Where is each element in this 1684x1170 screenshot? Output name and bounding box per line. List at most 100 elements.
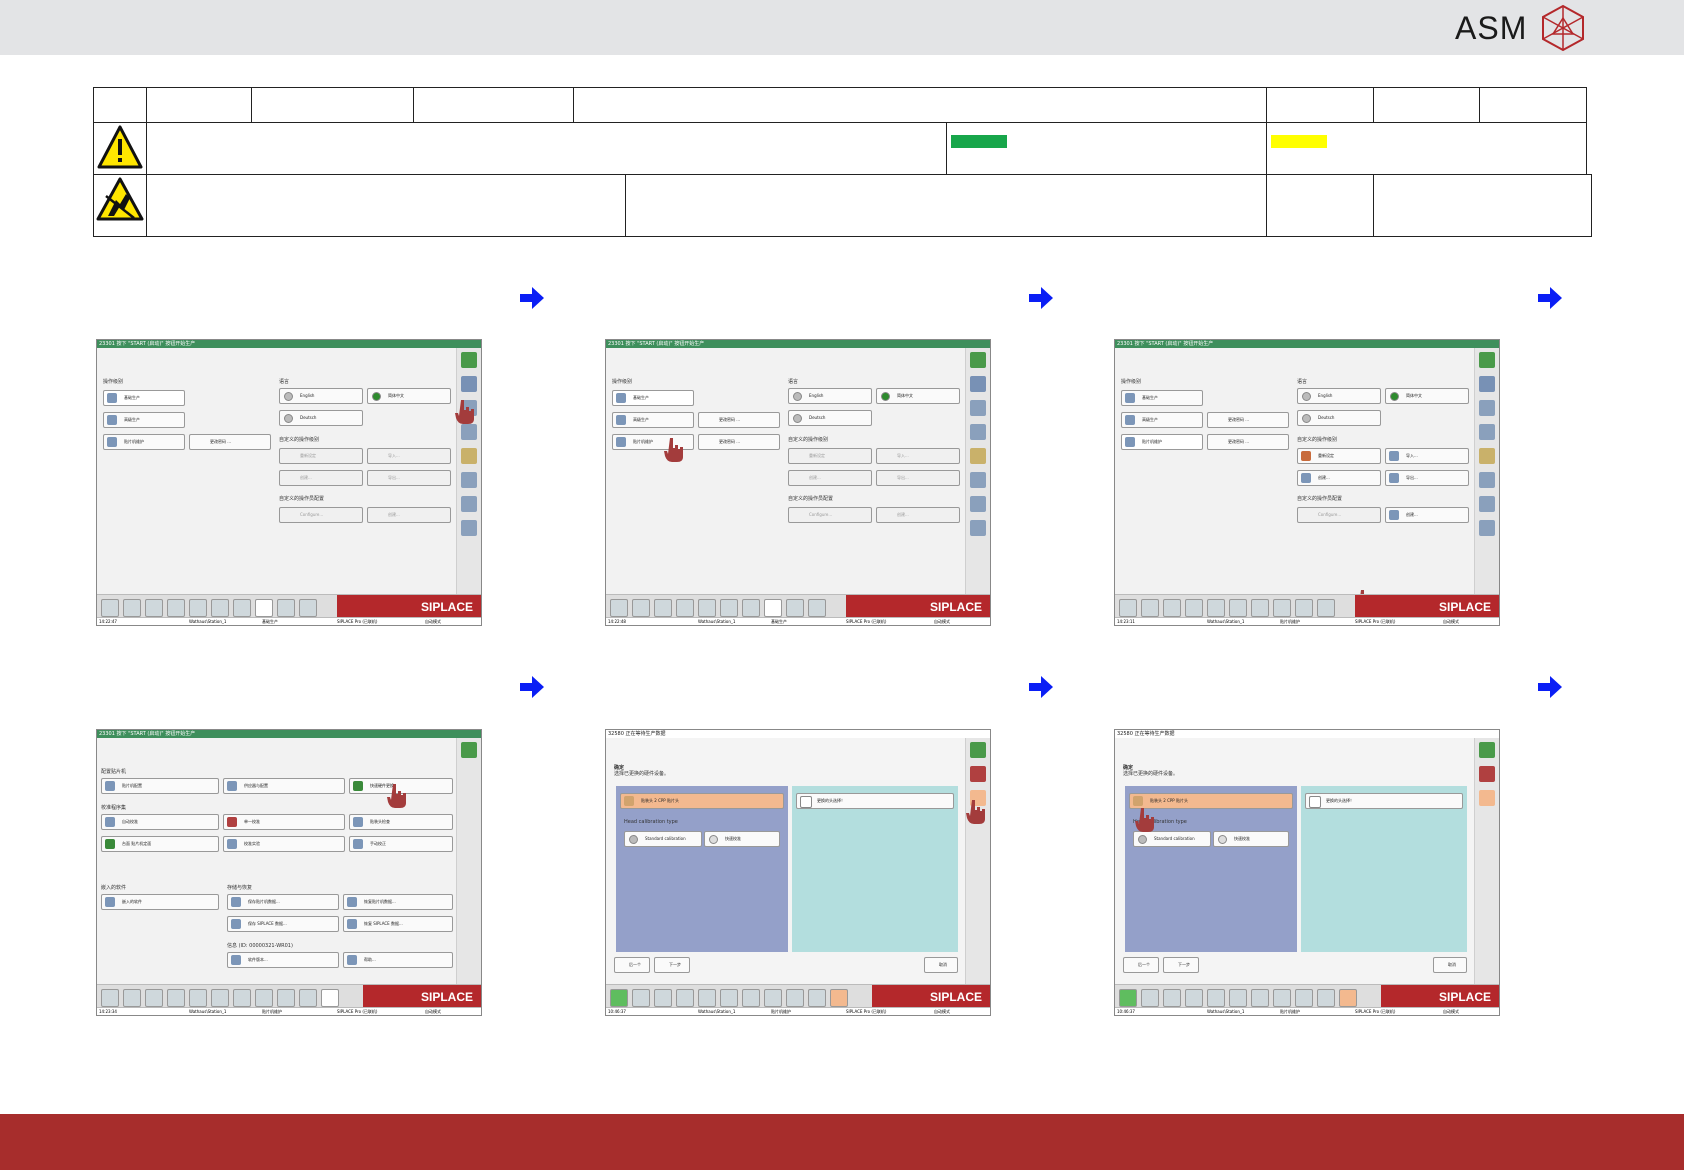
deutsch-button[interactable]: Deutsch xyxy=(788,410,872,426)
group-icon[interactable] xyxy=(970,520,986,536)
pen-icon[interactable] xyxy=(1273,989,1291,1007)
group-icon[interactable] xyxy=(1479,520,1495,536)
grid-icon[interactable] xyxy=(632,599,650,617)
truck-icon[interactable] xyxy=(808,599,826,617)
save-siplace-data-button[interactable]: 保存 SIPLACE 数据... xyxy=(227,916,339,932)
grid-icon[interactable] xyxy=(1141,599,1159,617)
deutsch-button[interactable]: Deutsch xyxy=(1297,410,1381,426)
hardware-icon[interactable] xyxy=(1479,766,1495,782)
change-password-button[interactable]: 更改密码 ... xyxy=(698,412,780,428)
stats-icon[interactable] xyxy=(1163,599,1181,617)
line-chart-icon[interactable] xyxy=(720,989,738,1007)
camera-icon[interactable] xyxy=(233,989,251,1007)
help-icon[interactable] xyxy=(1479,496,1495,512)
grid-icon[interactable] xyxy=(123,599,141,617)
advanced-production-button[interactable]: 高级生产 xyxy=(103,412,185,428)
deutsch-button[interactable]: Deutsch xyxy=(279,410,363,426)
restore-siplace-data-button[interactable]: 恢复 SIPLACE 数据... xyxy=(343,916,453,932)
line-chart-icon[interactable] xyxy=(1229,989,1247,1007)
info-icon[interactable] xyxy=(1479,742,1495,758)
line-chart-icon[interactable] xyxy=(211,599,229,617)
chinese-button[interactable]: 简体中文 xyxy=(876,388,960,404)
create-button[interactable]: 创建... xyxy=(788,470,872,486)
create-button[interactable]: 创建... xyxy=(279,470,363,486)
import-button[interactable]: 导入... xyxy=(1385,448,1469,464)
settings-icon[interactable] xyxy=(277,599,295,617)
line-chart-icon[interactable] xyxy=(1229,599,1247,617)
chinese-button[interactable]: 简体中文 xyxy=(1385,388,1469,404)
head-check-button[interactable]: 贴装头检查 xyxy=(349,814,453,830)
book-icon[interactable] xyxy=(189,989,207,1007)
pen-icon[interactable] xyxy=(764,989,782,1007)
save-icon[interactable] xyxy=(167,599,185,617)
advanced-production-button[interactable]: 高级生产 xyxy=(612,412,694,428)
warning-icon[interactable] xyxy=(461,448,477,464)
standard-calibration-button[interactable]: Standard calibration xyxy=(1133,831,1211,847)
grid-icon[interactable] xyxy=(123,989,141,1007)
tool-icon[interactable] xyxy=(970,424,986,440)
configure-button[interactable]: Configure... xyxy=(788,507,872,523)
board-icon[interactable] xyxy=(610,989,628,1007)
basic-production-button[interactable]: 基础生产 xyxy=(612,390,694,406)
stats-icon[interactable] xyxy=(145,599,163,617)
board-icon[interactable] xyxy=(1119,989,1137,1007)
import-button[interactable]: 导入... xyxy=(876,448,960,464)
book-icon[interactable] xyxy=(698,989,716,1007)
settings-icon[interactable] xyxy=(1295,599,1313,617)
pen-icon[interactable] xyxy=(764,599,782,617)
pcb-calibration-button[interactable]: 台面 贴片机定面 xyxy=(101,836,219,852)
pen-icon[interactable] xyxy=(255,989,273,1007)
basic-production-button[interactable]: 基础生产 xyxy=(1121,390,1203,406)
embedded-software-button[interactable]: 嵌入的软件 xyxy=(101,894,219,910)
truck-icon[interactable] xyxy=(1317,599,1335,617)
info-icon[interactable] xyxy=(461,742,477,758)
camera-icon[interactable] xyxy=(742,599,760,617)
maintenance-button[interactable]: 贴片机维护 xyxy=(103,434,185,450)
stats-icon[interactable] xyxy=(145,989,163,1007)
truck-icon[interactable] xyxy=(299,599,317,617)
info-icon[interactable] xyxy=(970,352,986,368)
camera-icon[interactable] xyxy=(1251,599,1269,617)
board-icon[interactable] xyxy=(610,599,628,617)
wrench-icon[interactable] xyxy=(1339,989,1357,1007)
settings-icon[interactable] xyxy=(277,989,295,1007)
warning-icon[interactable] xyxy=(1479,448,1495,464)
hardware-icon[interactable] xyxy=(970,766,986,782)
restore-machine-data-button[interactable]: 恢复贴片机数据... xyxy=(343,894,453,910)
create-config-button[interactable]: 创建... xyxy=(876,507,960,523)
option-change-button[interactable]: 更换的头选择！ xyxy=(796,793,954,809)
create-config-button[interactable]: 创建... xyxy=(367,507,451,523)
book-icon[interactable] xyxy=(1207,989,1225,1007)
chinese-button[interactable]: 简体中文 xyxy=(367,388,451,404)
help-button[interactable]: 帮助... xyxy=(343,952,453,968)
info-icon[interactable] xyxy=(970,742,986,758)
save-icon[interactable] xyxy=(1185,599,1203,617)
door-icon[interactable] xyxy=(461,376,477,392)
reset-button[interactable]: 重新设定 xyxy=(279,448,363,464)
calibration-test-button[interactable]: 校准实验 xyxy=(223,836,345,852)
maintenance-button[interactable]: 贴片机维护 xyxy=(1121,434,1203,450)
export-button[interactable]: 导出... xyxy=(1385,470,1469,486)
save-icon[interactable] xyxy=(167,989,185,1007)
export-button[interactable]: 导出... xyxy=(876,470,960,486)
english-button[interactable]: English xyxy=(1297,388,1381,404)
save-icon[interactable] xyxy=(676,989,694,1007)
truck-icon[interactable] xyxy=(808,989,826,1007)
save-icon[interactable] xyxy=(676,599,694,617)
previous-button[interactable]: 后一个 xyxy=(614,957,650,973)
wrench-icon[interactable] xyxy=(321,989,339,1007)
line-chart-icon[interactable] xyxy=(211,989,229,1007)
configure-button[interactable]: Configure... xyxy=(279,507,363,523)
machine-config-button[interactable]: 贴片机配置 xyxy=(101,778,219,794)
camera-icon[interactable] xyxy=(1479,790,1495,806)
settings-icon[interactable] xyxy=(786,599,804,617)
save-machine-data-button[interactable]: 保存贴片机数据... xyxy=(227,894,339,910)
single-calibration-button[interactable]: 单一校准 xyxy=(223,814,345,830)
option-change-button[interactable]: 更换的头选择！ xyxy=(1305,793,1463,809)
option-head-button[interactable]: 贴装头 2 CPP 贴片头 xyxy=(620,793,784,809)
english-button[interactable]: English xyxy=(788,388,872,404)
change-password-button[interactable]: 更改密码 ... xyxy=(189,434,271,450)
users-icon[interactable] xyxy=(970,400,986,416)
english-button[interactable]: English xyxy=(279,388,363,404)
next-button[interactable]: 下一步 xyxy=(1163,957,1199,973)
